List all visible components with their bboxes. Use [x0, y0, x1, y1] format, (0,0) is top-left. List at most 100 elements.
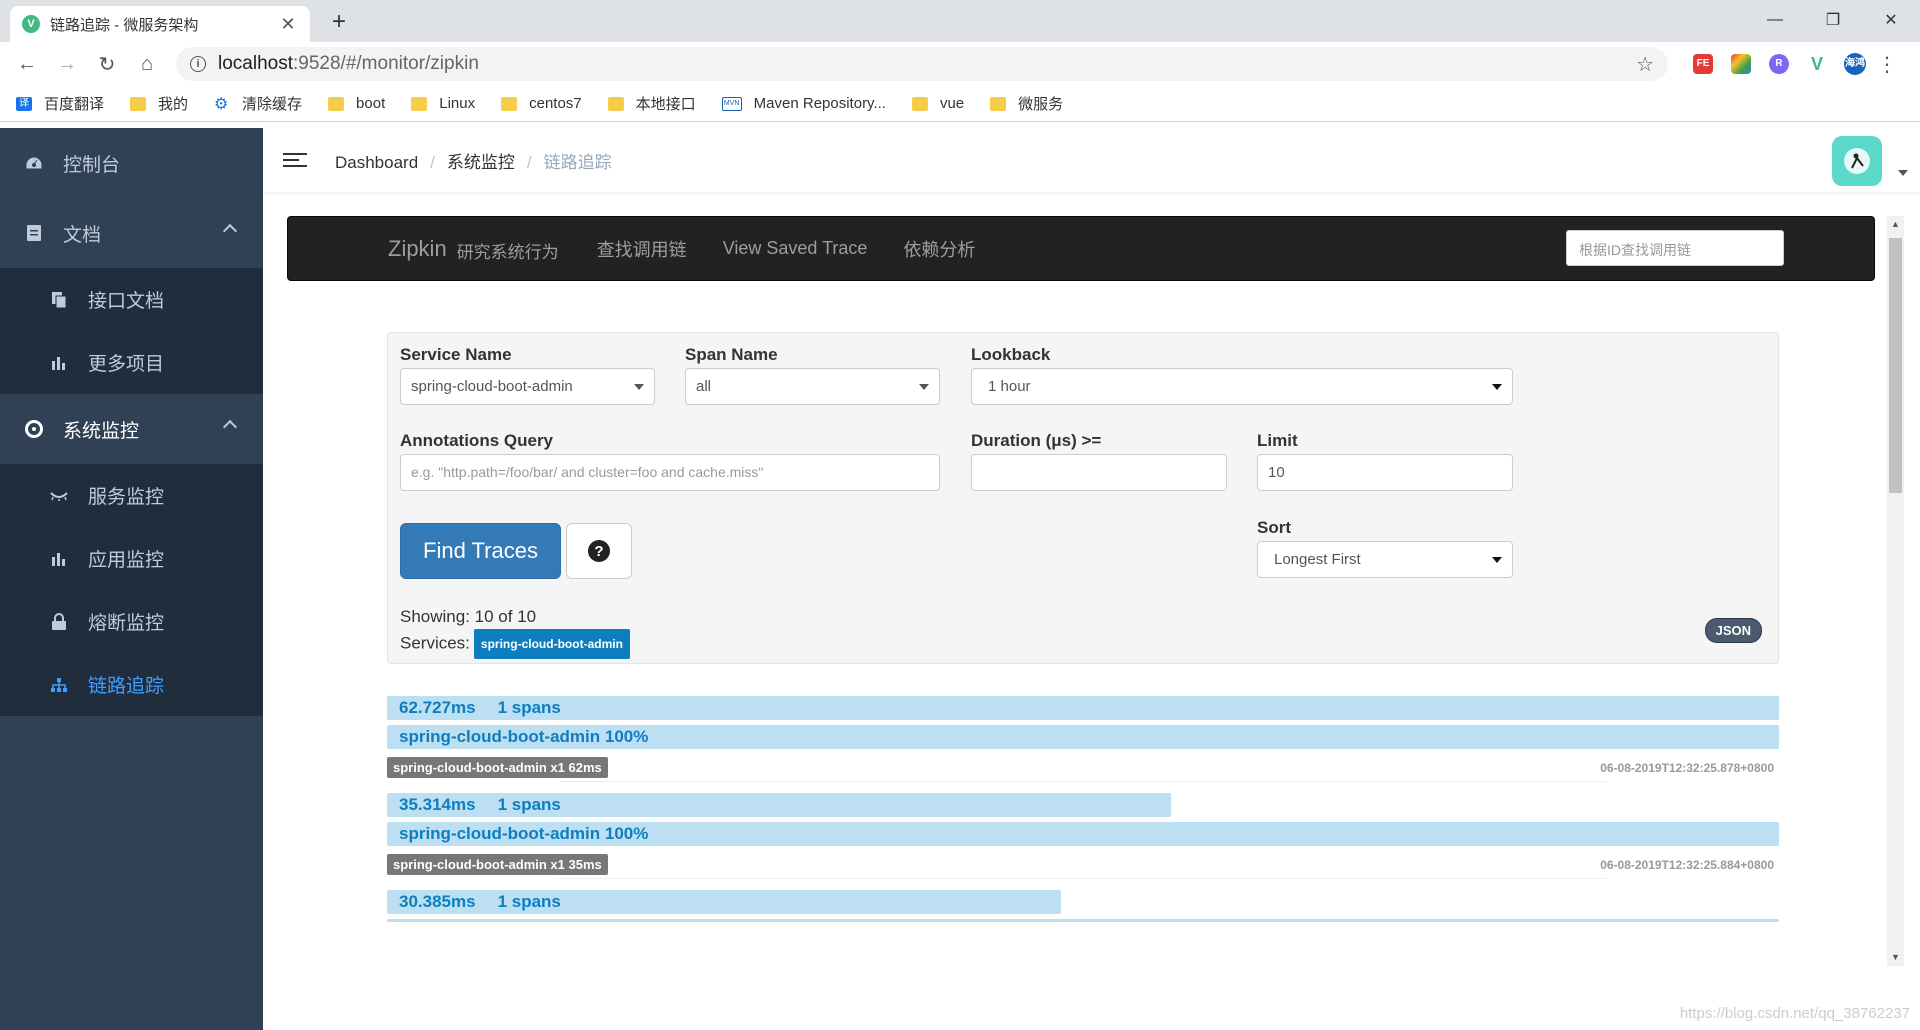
trace-service-bar[interactable]: spring-cloud-boot-admin 100%	[387, 822, 1779, 846]
trace-item[interactable]: 35.314ms 1 spans spring-cloud-boot-admin …	[387, 793, 1779, 876]
folder-icon	[990, 96, 1007, 111]
service-duration-badge: spring-cloud-boot-admin x1 35ms	[387, 854, 608, 875]
sidebar-item-monitor[interactable]: 系统监控	[0, 394, 263, 464]
bookmark-item[interactable]: 译百度翻译	[16, 93, 104, 114]
service-badge[interactable]: spring-cloud-boot-admin	[473, 629, 630, 659]
breadcrumb-dashboard[interactable]: Dashboard	[335, 153, 418, 172]
sidebar-item-circuit-monitor[interactable]: 熔断监控	[0, 590, 263, 653]
sidebar-item-label: 系统监控	[63, 420, 140, 442]
bookmark-star-icon[interactable]: ☆	[1636, 52, 1654, 77]
service-name-select[interactable]: spring-cloud-boot-admin	[400, 368, 655, 405]
bookmark-item[interactable]: 我的	[130, 93, 188, 114]
lookback-select[interactable]: 1 hour	[971, 368, 1513, 405]
folder-icon	[411, 96, 428, 111]
trace-footer: spring-cloud-boot-admin x1 35ms 06-08-20…	[387, 854, 1779, 876]
home-icon[interactable]: ⌂	[130, 47, 164, 81]
sidebar-item-dashboard[interactable]: 控制台	[0, 128, 263, 198]
user-avatar[interactable]	[1832, 136, 1882, 186]
service-name-value: spring-cloud-boot-admin	[411, 378, 573, 395]
duration-label: Duration (μs) >=	[971, 431, 1102, 450]
tab-close-icon[interactable]: ✕	[278, 14, 298, 35]
question-icon: ?	[588, 540, 610, 562]
bookmark-item[interactable]: 本地接口	[607, 93, 696, 114]
close-window-icon[interactable]: ✕	[1862, 0, 1920, 40]
top-navbar: Dashboard / 系统监控 / 链路追踪	[263, 128, 1920, 192]
frame-scrollbar[interactable]: ▲ ▼	[1887, 216, 1904, 966]
limit-input[interactable]: 10	[1257, 454, 1513, 491]
avatar-illustration-icon	[1844, 148, 1870, 174]
trace-duration-bar[interactable]: 35.314ms 1 spans	[387, 793, 1171, 817]
breadcrumb-current: 链路追踪	[543, 152, 612, 172]
new-tab-icon[interactable]: +	[326, 8, 352, 36]
extension-r-icon[interactable]: R	[1764, 49, 1794, 79]
bookmark-item[interactable]: Linux	[411, 95, 475, 112]
span-name-label: Span Name	[685, 345, 778, 364]
extension-colorful-icon[interactable]	[1726, 49, 1756, 79]
profile-avatar[interactable]: 海鸿	[1840, 49, 1870, 79]
bookmark-item[interactable]: centos7	[501, 95, 582, 112]
span-name-select[interactable]: all	[685, 368, 940, 405]
trace-divider	[387, 878, 1779, 879]
main-content: Dashboard / 系统监控 / 链路追踪 Zipkin 研究系统行为 查找调用链 …	[263, 128, 1920, 1030]
nav-find-traces[interactable]: 查找调用链	[597, 236, 687, 262]
zipkin-brand-subtitle: 研究系统行为	[456, 243, 559, 262]
bookmark-item[interactable]: vue	[911, 95, 964, 112]
restore-icon[interactable]: ❐	[1804, 0, 1862, 40]
scroll-down-icon[interactable]: ▼	[1887, 949, 1904, 966]
breadcrumb: Dashboard / 系统监控 / 链路追踪	[335, 148, 612, 173]
trace-duration-bar[interactable]: 30.385ms 1 spans	[387, 890, 1061, 914]
bookmark-item[interactable]: 微服务	[990, 93, 1063, 114]
caret-down-icon[interactable]	[1898, 170, 1908, 176]
hamburger-icon[interactable]	[283, 149, 307, 171]
browser-tab[interactable]: V 链路追踪 - 微服务架构 ✕	[10, 6, 310, 42]
browser-menu-icon[interactable]: ⋮	[1870, 47, 1904, 81]
breadcrumb-monitor[interactable]: 系统监控	[447, 153, 515, 172]
zipkin-brand[interactable]: Zipkin	[388, 236, 447, 262]
trace-item[interactable]: 30.385ms 1 spans	[387, 890, 1779, 922]
sidebar-item-docs[interactable]: 文档	[0, 198, 263, 268]
sidebar-item-app-monitor[interactable]: 应用监控	[0, 527, 263, 590]
breadcrumb-separator: /	[430, 152, 435, 172]
sidebar-item-api-docs[interactable]: 接口文档	[0, 268, 263, 331]
trace-footer: spring-cloud-boot-admin x1 62ms 06-08-20…	[387, 757, 1779, 779]
trace-id-search-input[interactable]: 根据ID查找调用链	[1566, 230, 1784, 266]
find-traces-button[interactable]: Find Traces	[400, 523, 561, 579]
breadcrumb-separator: /	[526, 152, 532, 172]
scroll-up-icon[interactable]: ▲	[1887, 216, 1904, 233]
sidebar-item-service-monitor[interactable]: 服务监控	[0, 464, 263, 527]
scrollbar-thumb[interactable]	[1889, 238, 1902, 493]
json-button[interactable]: JSON	[1704, 618, 1762, 643]
trace-duration-bar[interactable]: 62.727ms 1 spans	[387, 696, 1779, 720]
bookmark-item[interactable]: ⚙ 清除缓存	[214, 93, 302, 114]
lock-icon	[50, 612, 68, 631]
sidebar-item-label: 应用监控	[88, 550, 165, 571]
trace-item[interactable]: 62.727ms 1 spans spring-cloud-boot-admin …	[387, 696, 1779, 779]
address-bar[interactable]: i localhost:9528/#/monitor/zipkin ☆	[176, 47, 1668, 81]
annotations-query-input[interactable]: e.g. "http.path=/foo/bar/ and cluster=fo…	[400, 454, 940, 491]
nav-dependencies[interactable]: 依赖分析	[903, 236, 975, 262]
back-icon[interactable]: ←	[10, 47, 44, 81]
eye-icon	[50, 487, 68, 505]
caret-down-icon	[634, 384, 644, 390]
bar-chart-icon	[50, 550, 68, 568]
bookmark-item[interactable]: MVN Maven Repository...	[721, 95, 886, 112]
sidebar-item-label: 熔断监控	[88, 613, 165, 634]
forward-icon[interactable]: →	[50, 47, 84, 81]
sort-select[interactable]: Longest First	[1257, 541, 1513, 578]
sidebar-item-trace[interactable]: 链路追踪	[0, 653, 263, 716]
caret-down-icon	[1492, 384, 1502, 390]
minimize-icon[interactable]: —	[1746, 0, 1804, 40]
extension-fe-icon[interactable]: FE	[1688, 49, 1718, 79]
reload-icon[interactable]: ↻	[90, 47, 124, 81]
site-info-icon[interactable]: i	[190, 56, 206, 72]
sidebar-item-more-projects[interactable]: 更多项目	[0, 331, 263, 394]
extension-vue-icon[interactable]: V	[1802, 49, 1832, 79]
zipkin-navbar: Zipkin 研究系统行为 查找调用链 View Saved Trace 依赖分…	[287, 216, 1875, 281]
duration-input[interactable]	[971, 454, 1227, 491]
trace-service-bar[interactable]: spring-cloud-boot-admin 100%	[387, 725, 1779, 749]
bookmark-item[interactable]: boot	[328, 95, 385, 112]
trace-service-bar[interactable]	[387, 919, 1779, 922]
url-path: :9528/#/monitor/zipkin	[293, 53, 479, 74]
help-button[interactable]: ?	[566, 523, 632, 579]
nav-view-saved-trace[interactable]: View Saved Trace	[723, 238, 868, 259]
